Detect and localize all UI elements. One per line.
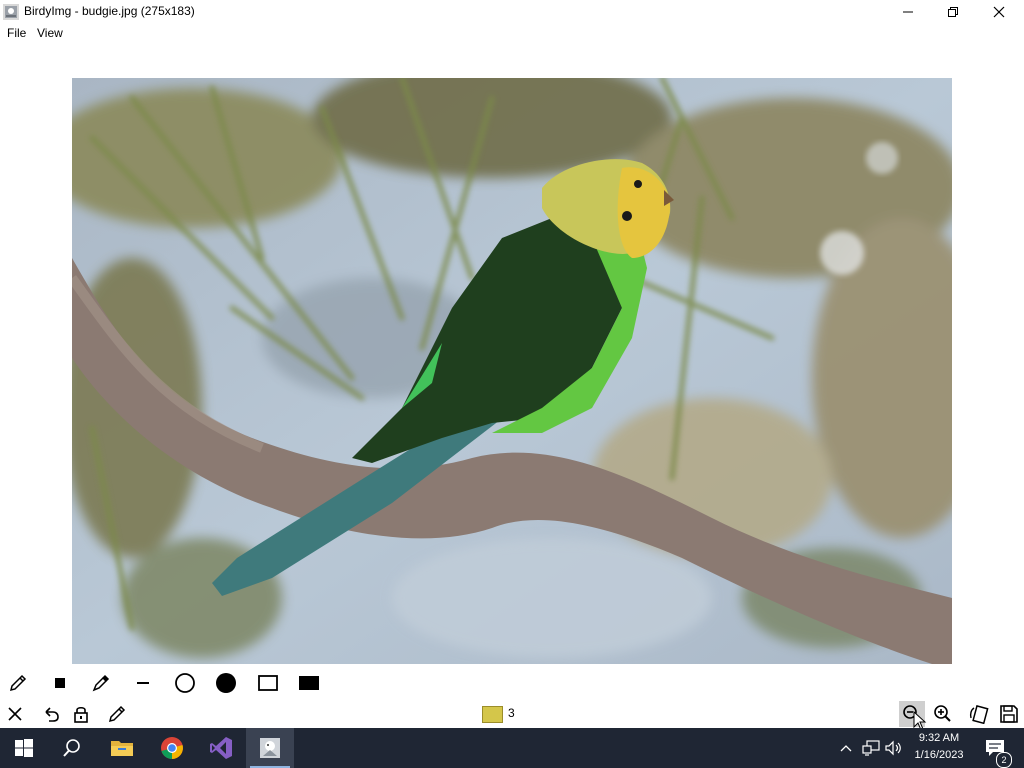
taskbar-file-explorer[interactable] bbox=[98, 728, 146, 768]
show-hidden-icons-button[interactable] bbox=[836, 728, 856, 768]
lock-button[interactable] bbox=[69, 702, 93, 726]
budgie-image bbox=[72, 78, 952, 664]
restore-icon bbox=[948, 6, 958, 17]
rectangle-outline-button[interactable] bbox=[256, 671, 280, 695]
search-icon bbox=[63, 739, 80, 757]
birdyimg-app-icon bbox=[260, 738, 280, 758]
eyedropper-icon bbox=[92, 674, 110, 692]
menu-bar: File View bbox=[0, 23, 1024, 43]
pencil-icon bbox=[108, 705, 126, 723]
line-tool-button[interactable] bbox=[131, 671, 155, 695]
clock-date: 1/16/2023 bbox=[914, 749, 964, 761]
undo-button[interactable] bbox=[39, 702, 63, 726]
minimize-button[interactable] bbox=[885, 0, 931, 23]
rotate-icon bbox=[969, 705, 989, 724]
circle-outline-icon bbox=[175, 673, 195, 693]
visual-studio-icon bbox=[210, 737, 232, 759]
line-icon bbox=[137, 682, 149, 684]
title-bar[interactable]: BirdyImg - budgie.jpg (275x183) bbox=[0, 0, 1024, 23]
zoom-in-icon bbox=[934, 705, 951, 722]
zoom-in-button[interactable] bbox=[931, 702, 955, 726]
cancel-button[interactable] bbox=[3, 702, 27, 726]
start-button[interactable] bbox=[0, 728, 48, 768]
windows-logo-icon bbox=[15, 739, 33, 757]
lock-icon bbox=[74, 706, 88, 723]
folder-icon bbox=[111, 741, 133, 756]
rotate-button[interactable] bbox=[967, 702, 991, 726]
eyedropper-button[interactable] bbox=[89, 671, 113, 695]
pencil-tool-button[interactable] bbox=[6, 671, 30, 695]
volume-button[interactable] bbox=[883, 728, 905, 768]
image-canvas[interactable] bbox=[72, 78, 952, 664]
clock-time: 9:32 AM bbox=[918, 732, 960, 744]
rectangle-filled-button[interactable] bbox=[297, 671, 321, 695]
taskbar-clock[interactable]: 9:32 AM 1/16/2023 bbox=[905, 730, 973, 764]
menu-view[interactable]: View bbox=[37, 26, 63, 40]
circle-outline-button[interactable] bbox=[173, 671, 197, 695]
taskbar bbox=[0, 728, 1024, 768]
save-button[interactable] bbox=[997, 702, 1021, 726]
taskbar-chrome[interactable] bbox=[148, 728, 196, 768]
close-window-button[interactable] bbox=[976, 0, 1022, 23]
edit-button[interactable] bbox=[105, 702, 129, 726]
square-brush-button[interactable] bbox=[48, 671, 72, 695]
circle-filled-button[interactable] bbox=[214, 671, 238, 695]
birdyimg-app-icon bbox=[3, 4, 19, 20]
taskbar-birdyimg[interactable] bbox=[246, 728, 294, 768]
square-brush-icon bbox=[55, 678, 65, 688]
search-button[interactable] bbox=[48, 728, 96, 768]
window-title: BirdyImg - budgie.jpg (275x183) bbox=[24, 4, 195, 18]
save-icon bbox=[1000, 705, 1018, 723]
network-button[interactable] bbox=[860, 728, 882, 768]
undo-icon bbox=[45, 707, 59, 722]
close-icon bbox=[993, 6, 1005, 17]
notification-count-badge: 2 bbox=[996, 752, 1012, 768]
menu-file[interactable]: File bbox=[7, 26, 26, 40]
pencil-icon bbox=[9, 674, 27, 692]
network-icon bbox=[862, 740, 880, 756]
chevron-up-icon bbox=[840, 745, 852, 752]
circle-filled-icon bbox=[216, 673, 236, 693]
maximize-button[interactable] bbox=[930, 0, 976, 23]
color-swatch[interactable] bbox=[482, 706, 503, 723]
minimize-icon bbox=[903, 11, 913, 12]
taskbar-visual-studio[interactable] bbox=[197, 728, 245, 768]
close-icon bbox=[8, 707, 22, 721]
speaker-icon bbox=[885, 740, 901, 756]
chrome-icon bbox=[161, 737, 183, 759]
rectangle-filled-icon bbox=[299, 676, 319, 690]
rectangle-outline-icon bbox=[258, 675, 278, 691]
color-count: 3 bbox=[508, 706, 515, 720]
